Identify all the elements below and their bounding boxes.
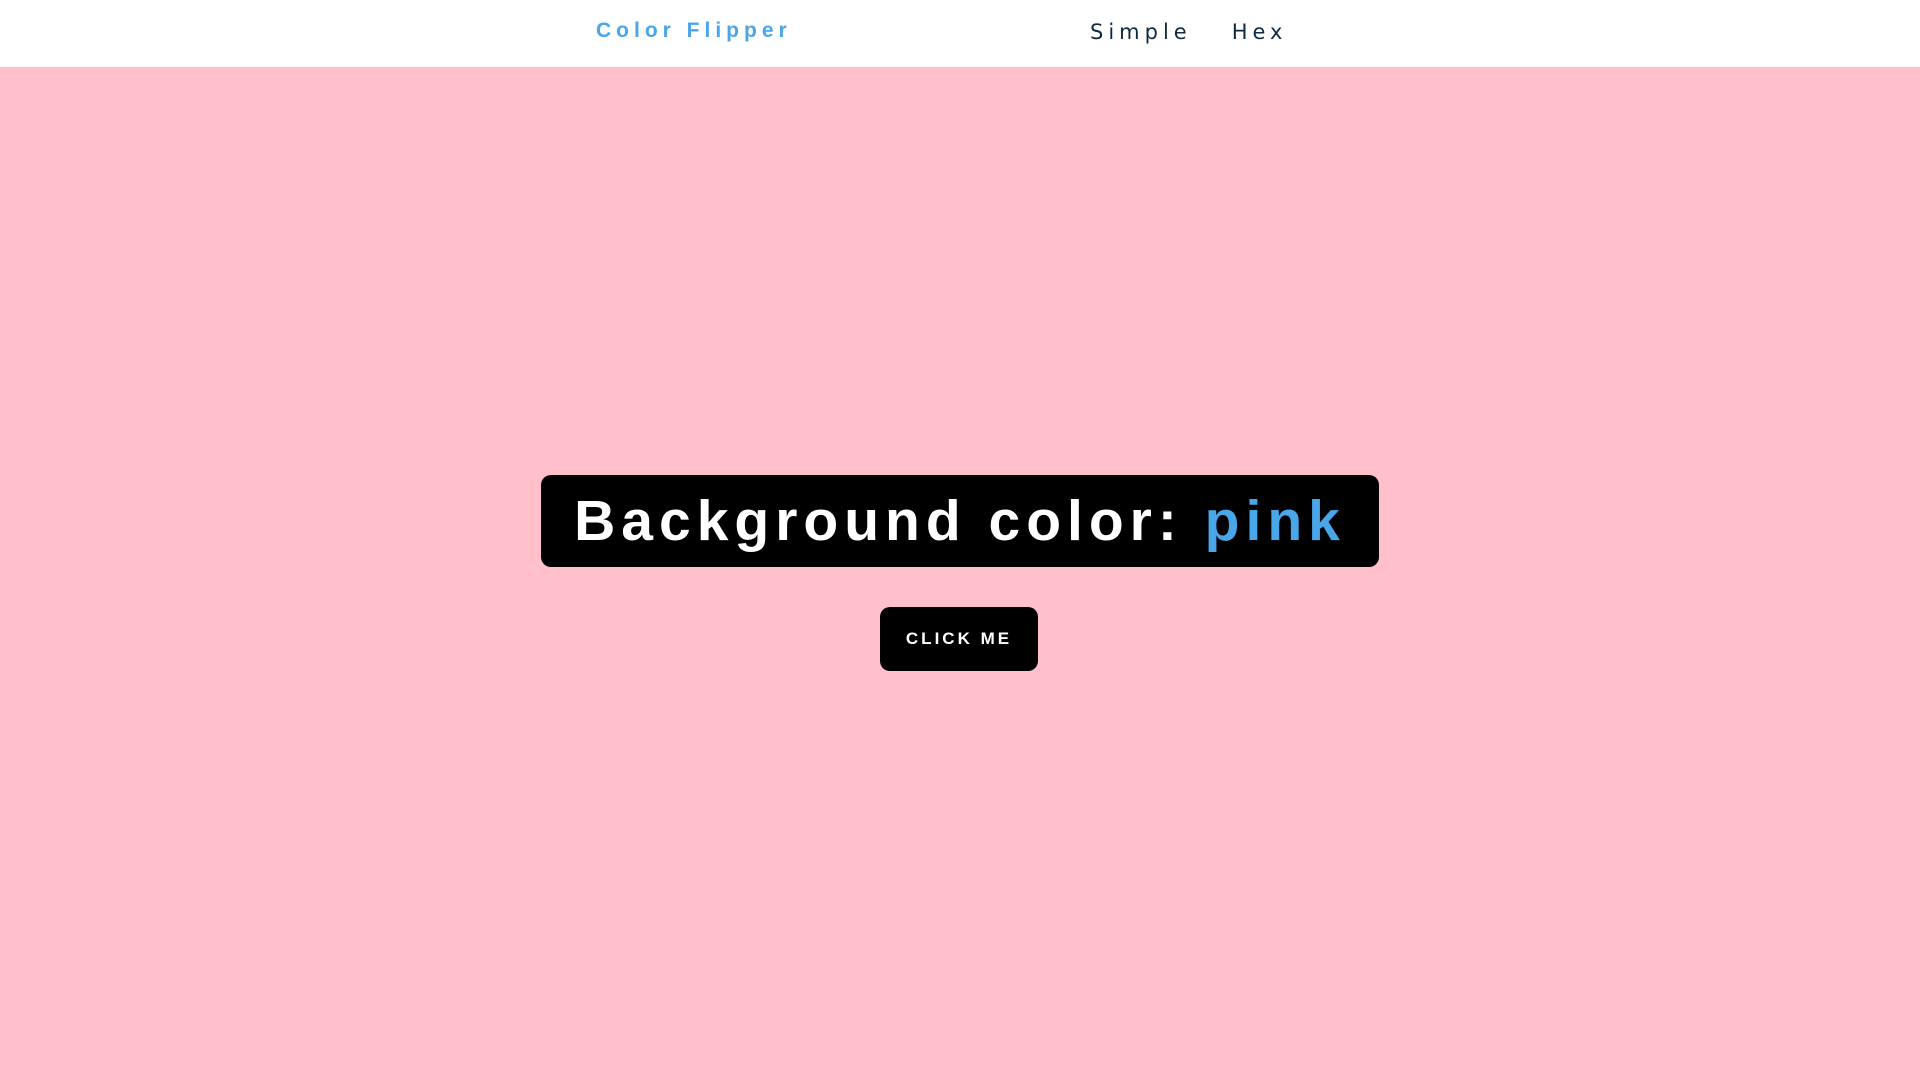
- nav-item-hex: Hex: [1232, 20, 1288, 44]
- nav-link-hex[interactable]: Hex: [1232, 20, 1288, 44]
- click-me-button[interactable]: CLICK ME: [880, 607, 1038, 671]
- heading-prefix: Background color:: [574, 489, 1205, 553]
- navbar: Color Flipper Simple Hex: [0, 0, 1920, 67]
- color-name: pink: [1204, 489, 1346, 553]
- nav-links: Simple Hex: [1090, 20, 1288, 44]
- nav-item-simple: Simple: [1090, 20, 1192, 44]
- color-display-box: Background color: pink: [541, 475, 1379, 567]
- brand-logo[interactable]: Color Flipper: [596, 19, 792, 43]
- color-heading: Background color: pink: [574, 488, 1346, 554]
- nav-link-simple[interactable]: Simple: [1090, 20, 1192, 44]
